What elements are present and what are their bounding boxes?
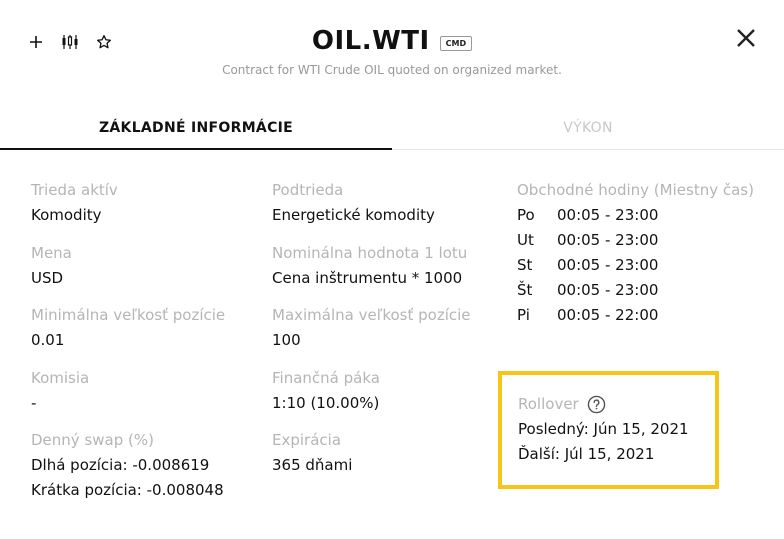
info-column-1: Trieda aktív Komodity Mena USD Minimálna… [31,178,266,503]
trading-hours-section: Obchodné hodiny (Miestny čas) Po 00:05 - … [517,178,757,328]
expiry-value: 365 dňami [272,456,353,474]
help-icon[interactable] [587,395,606,414]
rollover-label: Rollover [518,395,579,413]
time-cell: 00:05 - 23:00 [557,231,659,249]
max-size-label: Maximálna veľkosť pozície [272,306,471,324]
leverage-value: 1:10 (10.00%) [272,393,380,412]
currency-value: USD [31,268,64,287]
day-cell: Pi [517,306,530,324]
day-cell: Št [517,281,533,299]
nominal-value: Cena inštrumentu * 1000 [272,268,463,287]
table-row: Pi 00:05 - 22:00 [517,303,658,328]
nominal-label: Nominálna hodnota 1 lotu [272,243,468,262]
commission-label: Komisia [31,368,90,387]
swap-long-value: Dlhá pozícia: -0.008619 [31,456,210,474]
trading-hours-label: Obchodné hodiny (Miestny čas) [517,181,754,199]
currency-label: Mena [31,243,72,262]
subclass-label: Podtrieda [272,181,344,199]
rollover-box: Rollover Posledný: Jún 15, 2021 Ďalší: J… [498,371,719,489]
day-cell: Ut [517,231,534,249]
max-size-value: 100 [272,331,301,349]
time-cell: 00:05 - 23:00 [557,281,659,299]
table-row: Ut 00:05 - 23:00 [517,228,658,253]
time-cell: 00:05 - 23:00 [557,256,659,274]
table-row: Po 00:05 - 23:00 [517,203,658,228]
rollover-last: Posledný: Jún 15, 2021 [518,420,689,438]
day-cell: St [517,256,533,274]
asset-class-label: Trieda aktív [31,181,118,199]
min-size-label: Minimálna veľkosť pozície [31,306,226,324]
leverage-label: Finančná páka [272,368,380,387]
swap-short-value: Krátka pozícia: -0.008048 [31,481,224,499]
asset-class-value: Komodity [31,206,102,224]
time-cell: 00:05 - 23:00 [557,206,659,224]
expiry-label: Expirácia [272,431,342,449]
table-row: St 00:05 - 23:00 [517,253,658,278]
time-cell: 00:05 - 22:00 [557,306,659,324]
tab-bar: ZÁKLADNÉ INFORMÁCIE VÝKON [0,110,784,150]
rollover-next: Ďalší: Júl 15, 2021 [518,445,655,463]
table-row: Št 00:05 - 23:00 [517,278,658,303]
info-column-2: Podtrieda Energetické komodity Nominálna… [272,178,502,478]
tab-performance[interactable]: VÝKON [392,110,784,150]
asset-badge: CMD [439,35,473,51]
trading-hours-table: Po 00:05 - 23:00 Ut 00:05 - 23:00 St 00:05 … [517,203,658,328]
day-cell: Po [517,206,535,224]
title-row: OIL.WTI CMD [0,26,784,56]
commission-value: - [31,393,37,412]
page-subtitle: Contract for WTI Crude OIL quoted on org… [222,63,562,77]
page-title: OIL.WTI [311,26,430,56]
tab-basic-info[interactable]: ZÁKLADNÉ INFORMÁCIE [0,110,392,150]
min-size-value: 0.01 [31,331,65,349]
swap-label: Denný swap (%) [31,431,154,449]
subclass-value: Energetické komodity [272,206,435,224]
